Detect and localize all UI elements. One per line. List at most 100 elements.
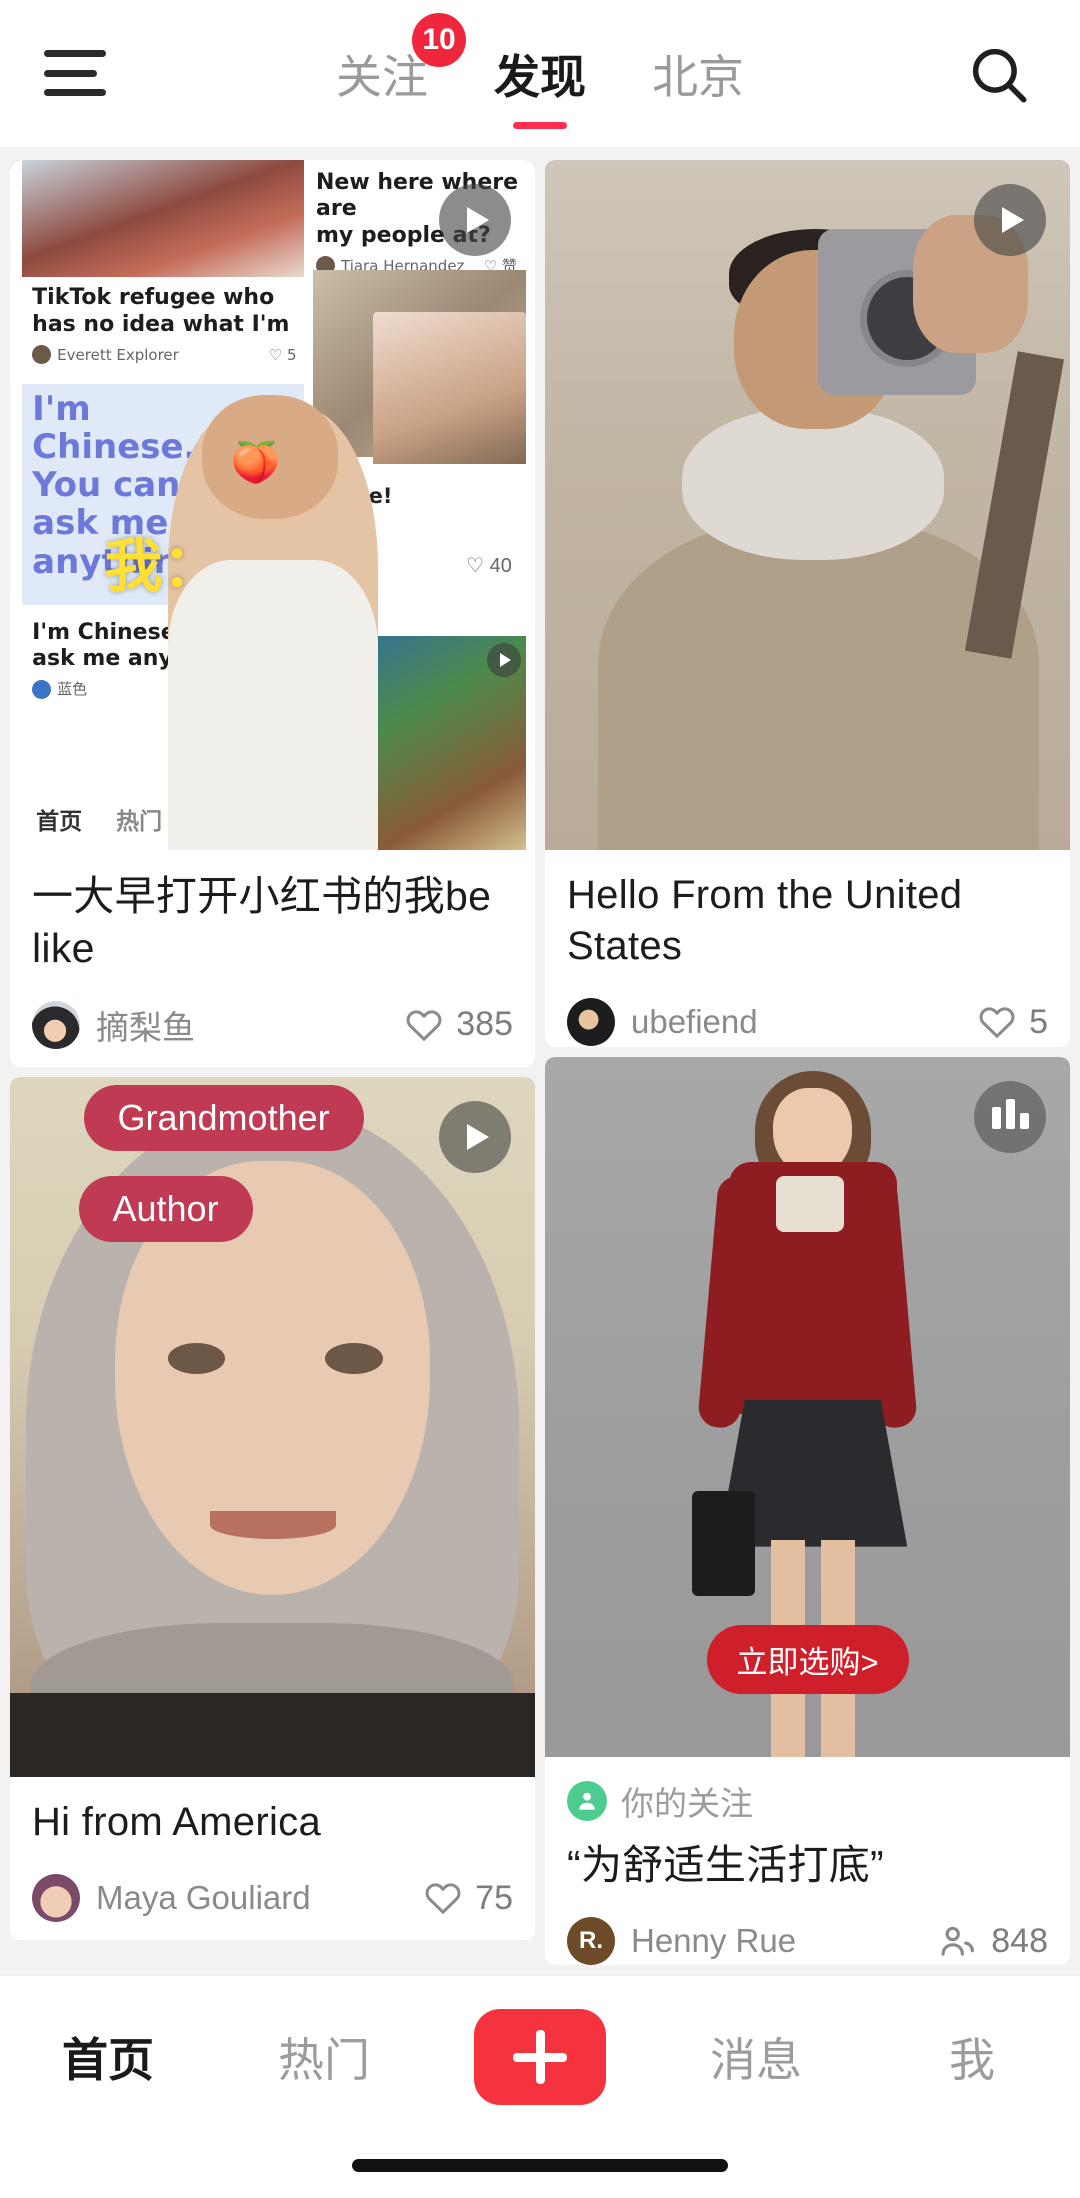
collage-caption-2: TikTok refugee who has no idea what I'm … bbox=[22, 277, 315, 373]
feed-card[interactable]: Hello From the United States ubefiend 5 bbox=[545, 160, 1070, 1047]
follower-count-value: 848 bbox=[991, 1921, 1048, 1960]
collage-caption-2-meta: Everett Explorer ♡ 5 bbox=[32, 345, 304, 365]
nav-item-trending[interactable]: 热门 bbox=[216, 2024, 432, 2090]
card-body: Hello From the United States ubefiend 5 bbox=[545, 850, 1070, 1047]
card-thumbnail[interactable]: TikTok refugee who has no idea what I'm … bbox=[10, 160, 535, 850]
photo-lace-top bbox=[776, 1175, 845, 1232]
collage-wo-label: 我： bbox=[104, 531, 221, 600]
blue-line-1: I'm bbox=[32, 389, 91, 430]
like-count-value: 75 bbox=[475, 1878, 513, 1917]
collage-photo-top bbox=[22, 160, 315, 278]
feed-grid[interactable]: TikTok refugee who has no idea what I'm … bbox=[0, 150, 1080, 1975]
photo-jacket bbox=[597, 518, 1039, 850]
tab-following[interactable]: 关注 10 bbox=[332, 13, 466, 107]
like-count[interactable]: 75 bbox=[423, 1878, 513, 1918]
bottom-navigation: 首页 热门 消息 我 bbox=[0, 1975, 1080, 2198]
card-meta: 摘梨鱼 385 bbox=[32, 1000, 513, 1049]
card-author[interactable]: 摘梨鱼 bbox=[96, 1001, 195, 1049]
feed-card[interactable]: Grandmother Author Hi from America Maya … bbox=[10, 1076, 535, 1941]
card-meta: ubefiend 5 bbox=[567, 998, 1048, 1047]
tab-discover-label: 发现 bbox=[494, 51, 586, 103]
card-author[interactable]: ubefiend bbox=[631, 1003, 758, 1041]
card-author[interactable]: Maya Gouliard bbox=[96, 1879, 311, 1917]
collage-caption-2-user: Everett Explorer bbox=[57, 345, 179, 364]
search-icon[interactable] bbox=[966, 42, 1032, 108]
card-body: Hi from America Maya Gouliard 75 bbox=[10, 1777, 535, 1940]
people-icon bbox=[941, 1926, 975, 1956]
top-bar: 关注 10 发现 北京 bbox=[0, 0, 1080, 148]
follower-count[interactable]: 848 bbox=[937, 1920, 1048, 1962]
collage-caption-2-line2: has no idea what I'm bbox=[32, 311, 290, 337]
avatar[interactable] bbox=[32, 1000, 80, 1049]
collage-caption-2-count: 5 bbox=[286, 345, 297, 364]
tab-active-underline bbox=[513, 122, 567, 129]
tab-following-badge: 10 bbox=[412, 13, 466, 67]
card-title: “为舒适生活打底” bbox=[567, 1841, 885, 1888]
following-badge-label: 你的关注 bbox=[621, 1784, 753, 1822]
photo-jacket bbox=[10, 1692, 535, 1777]
card-title: Hello From the United States bbox=[567, 873, 963, 969]
collage-footer-tab-1: 首页 bbox=[36, 807, 83, 834]
heart-icon bbox=[425, 1883, 461, 1915]
person-icon bbox=[567, 1780, 607, 1821]
feed-card[interactable]: 立即选购> 你的关注 “为舒适生活打底” R. Henny Rue 848 bbox=[545, 1056, 1070, 1965]
collage-caption-3-user: 蓝色 bbox=[57, 680, 88, 699]
shop-now-button[interactable]: 立即选购> bbox=[706, 1624, 909, 1694]
feed-column-right: Hello From the United States ubefiend 5 bbox=[545, 160, 1070, 1965]
like-count-value: 385 bbox=[456, 1005, 513, 1044]
card-author[interactable]: Henny Rue bbox=[631, 1922, 796, 1960]
card-title: 一大早打开小红书的我be like bbox=[32, 873, 492, 972]
feed-card[interactable]: TikTok refugee who has no idea what I'm … bbox=[10, 160, 535, 1067]
collage-avatar-icon bbox=[32, 345, 52, 365]
tab-beijing[interactable]: 北京 bbox=[648, 41, 748, 107]
card-body: 你的关注 “为舒适生活打底” R. Henny Rue 848 bbox=[545, 1757, 1070, 1965]
card-thumbnail[interactable]: 立即选购> bbox=[545, 1056, 1070, 1757]
card-meta: Maya Gouliard 75 bbox=[32, 1874, 513, 1923]
avatar-initial: R. bbox=[579, 1927, 603, 1955]
following-badge: 你的关注 bbox=[567, 1777, 1048, 1825]
plus-icon[interactable] bbox=[474, 2009, 606, 2105]
collage-mid-count: 40 bbox=[489, 555, 512, 578]
avatar[interactable]: R. bbox=[567, 1917, 615, 1965]
play-icon[interactable] bbox=[439, 184, 511, 256]
nav-item-home[interactable]: 首页 bbox=[0, 2024, 216, 2090]
overlay-label-grandmother: Grandmother bbox=[83, 1085, 364, 1152]
feed-column-left: TikTok refugee who has no idea what I'm … bbox=[10, 160, 535, 1965]
photo-eye-left bbox=[167, 1342, 226, 1374]
play-icon[interactable] bbox=[439, 1100, 511, 1173]
collage-avatar-2-icon bbox=[32, 679, 52, 699]
avatar[interactable] bbox=[567, 998, 615, 1047]
home-indicator bbox=[352, 2159, 728, 2172]
card-title: Hi from America bbox=[32, 1799, 321, 1844]
collage-peach-emoji: 🍑 bbox=[230, 441, 281, 486]
photo-eye-right bbox=[325, 1342, 383, 1374]
top-tab-bar: 关注 10 发现 北京 bbox=[0, 0, 1080, 148]
heart-icon bbox=[406, 1010, 442, 1042]
nav-item-me[interactable]: 我 bbox=[864, 2024, 1080, 2090]
collage-footer-tab-2: 热门 bbox=[116, 807, 163, 834]
photo-mouth bbox=[209, 1510, 336, 1539]
tab-beijing-label: 北京 bbox=[652, 51, 744, 103]
photo-hood bbox=[681, 408, 944, 561]
tab-following-label: 关注 bbox=[336, 51, 428, 103]
app-screen: 关注 10 发现 北京 TikTok refugee who has no id… bbox=[0, 0, 1080, 2198]
create-post-button-wrap bbox=[432, 2009, 648, 2105]
bar-chart-icon[interactable] bbox=[974, 1080, 1046, 1153]
avatar[interactable] bbox=[32, 1874, 80, 1923]
collage-play-icon bbox=[487, 643, 522, 677]
nav-item-messages[interactable]: 消息 bbox=[648, 2024, 864, 2090]
bottom-nav-items: 首页 热门 消息 我 bbox=[0, 2002, 1080, 2112]
card-thumbnail[interactable] bbox=[545, 160, 1070, 850]
collage-caption-2-line1: TikTok refugee who bbox=[32, 285, 275, 311]
heart-icon bbox=[979, 1007, 1015, 1039]
collage-person-shirt bbox=[167, 560, 378, 850]
photo-camera-strap bbox=[965, 351, 1065, 659]
overlay-label-author: Author bbox=[78, 1176, 253, 1243]
card-meta: R. Henny Rue 848 bbox=[567, 1917, 1048, 1965]
like-count[interactable]: 5 bbox=[977, 1002, 1048, 1042]
tab-discover[interactable]: 发现 bbox=[490, 41, 590, 129]
card-thumbnail[interactable]: Grandmother Author bbox=[10, 1076, 535, 1777]
play-icon[interactable] bbox=[974, 184, 1046, 256]
like-count[interactable]: 385 bbox=[404, 1005, 513, 1045]
photo-handbag bbox=[692, 1490, 755, 1596]
